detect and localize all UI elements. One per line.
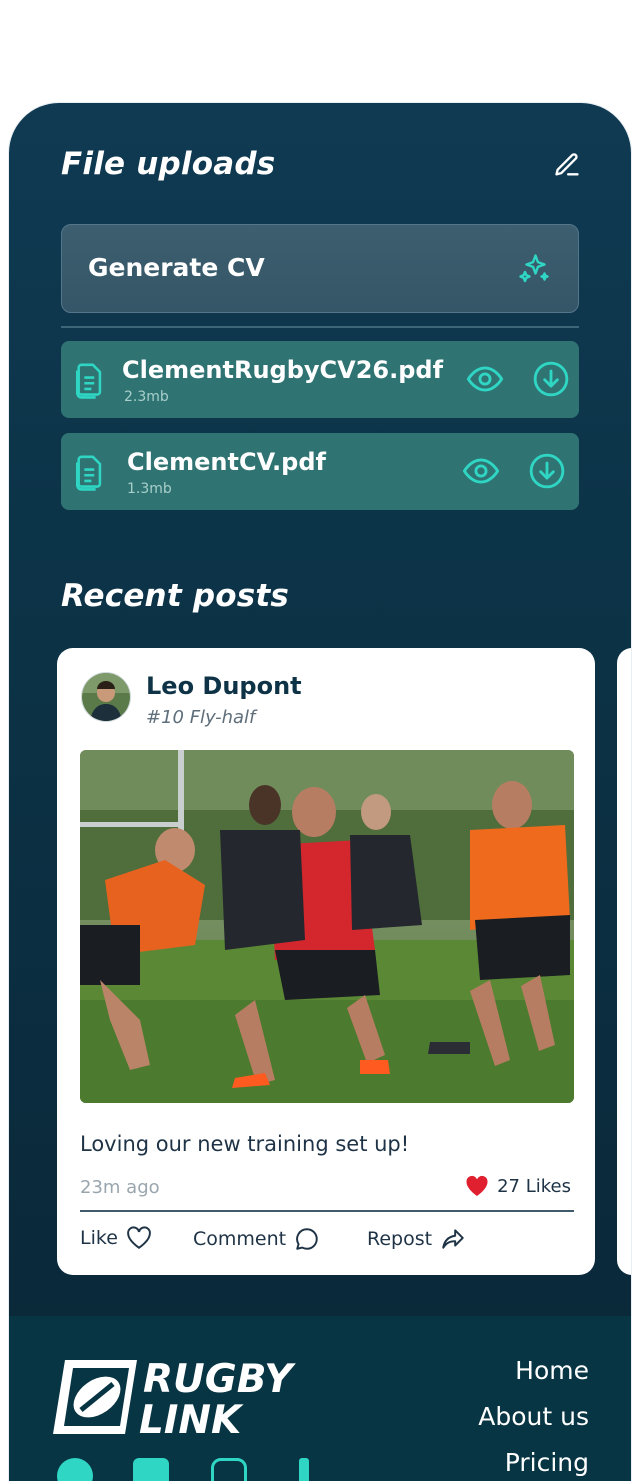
file-row[interactable]: ClementRugbyCV26.pdf 2.3mb bbox=[61, 341, 579, 418]
footer-link-pricing[interactable]: Pricing bbox=[505, 1448, 589, 1477]
download-file-button[interactable] bbox=[527, 451, 567, 491]
view-file-button[interactable] bbox=[461, 451, 501, 491]
download-icon bbox=[533, 361, 569, 397]
eye-icon bbox=[466, 366, 504, 392]
phone-screen: File uploads Generate CV ClementRugbyCV2… bbox=[9, 103, 631, 1481]
file-row[interactable]: ClementCV.pdf 1.3mb bbox=[61, 433, 579, 510]
social-icon[interactable] bbox=[57, 1458, 93, 1481]
post-caption: Loving our new training set up! bbox=[80, 1132, 410, 1156]
post-divider bbox=[80, 1210, 574, 1212]
post-card[interactable]: Leo Dupont #10 Fly-half Loving our new t… bbox=[57, 648, 595, 1275]
file-size: 1.3mb bbox=[127, 481, 172, 497]
uploads-divider bbox=[61, 326, 579, 328]
post-image[interactable] bbox=[80, 750, 574, 1103]
eye-icon bbox=[462, 458, 500, 484]
view-file-button[interactable] bbox=[465, 359, 505, 399]
repost-button[interactable]: Repost bbox=[367, 1226, 466, 1252]
generate-cv-button[interactable]: Generate CV bbox=[61, 224, 579, 313]
like-button[interactable]: Like bbox=[80, 1226, 152, 1250]
edit-uploads-button[interactable] bbox=[551, 149, 583, 181]
file-size: 2.3mb bbox=[124, 389, 169, 405]
sparkles-icon bbox=[516, 251, 552, 291]
avatar[interactable] bbox=[81, 672, 131, 722]
file-name: ClementRugbyCV26.pdf bbox=[122, 356, 444, 384]
generate-cv-label: Generate CV bbox=[88, 253, 265, 282]
footer-link-home[interactable]: Home bbox=[515, 1356, 589, 1385]
svg-text:RUGBY: RUGBY bbox=[143, 1357, 296, 1402]
file-name: ClementCV.pdf bbox=[127, 448, 326, 476]
heart-outline-icon bbox=[127, 1226, 151, 1249]
download-file-button[interactable] bbox=[531, 359, 571, 399]
social-icon[interactable] bbox=[299, 1458, 309, 1481]
rugby-link-logo[interactable]: RUGBY LINK bbox=[51, 1356, 336, 1443]
footer-link-about[interactable]: About us bbox=[478, 1402, 589, 1431]
heart-icon bbox=[466, 1175, 488, 1196]
comment-button[interactable]: Comment bbox=[193, 1226, 320, 1252]
repost-label: Repost bbox=[367, 1228, 433, 1250]
post-timestamp: 23m ago bbox=[80, 1177, 160, 1198]
likes-count[interactable]: 27 Likes bbox=[465, 1175, 571, 1197]
recent-posts-title: Recent posts bbox=[61, 578, 290, 614]
file-uploads-title: File uploads bbox=[61, 146, 276, 182]
document-icon bbox=[73, 451, 107, 495]
likes-label: 27 Likes bbox=[497, 1175, 571, 1197]
document-icon bbox=[73, 359, 107, 403]
next-post-card[interactable] bbox=[617, 648, 631, 1275]
svg-text:LINK: LINK bbox=[139, 1398, 244, 1438]
comment-icon bbox=[296, 1228, 318, 1250]
like-label: Like bbox=[80, 1227, 118, 1249]
post-author[interactable]: Leo Dupont bbox=[146, 672, 302, 700]
social-icon[interactable] bbox=[211, 1458, 247, 1481]
pencil-icon bbox=[555, 153, 579, 176]
social-icon[interactable] bbox=[133, 1458, 169, 1481]
post-author-role: #10 Fly-half bbox=[146, 707, 256, 728]
download-icon bbox=[529, 453, 565, 489]
footer: RUGBY LINK Home About us Pricing bbox=[9, 1316, 631, 1481]
comment-label: Comment bbox=[193, 1228, 287, 1250]
share-icon bbox=[442, 1229, 464, 1249]
